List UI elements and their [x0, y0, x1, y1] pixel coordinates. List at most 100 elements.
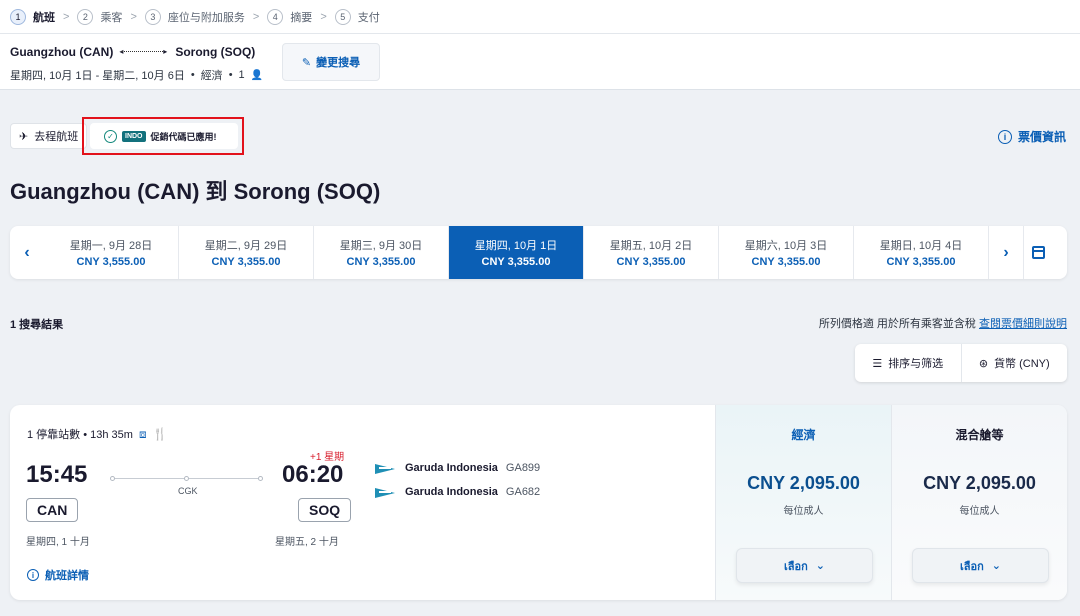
date-label: 星期三, 9月 30日 [339, 240, 423, 252]
step-label: 航班 [33, 11, 55, 24]
departure-date: 星期四, 1 十月 [26, 537, 90, 548]
chevron-right-icon: > [63, 10, 70, 23]
flight-segment: Garuda Indonesia GA899 [375, 462, 540, 474]
price-note-text: 所列價格適 用於所有乘客並含稅 [818, 318, 976, 330]
step-number: 4 [267, 8, 284, 25]
step-number: 3 [144, 8, 161, 25]
fare-economy: 經濟 CNY 2,095.00 每位成人 เลือก ⌄ [715, 405, 891, 600]
stops-text: 1 停靠站數 • 13h 35m [27, 429, 133, 441]
filter-controls: ☰ 排序与筛选 ⊛ 貨幣 (CNY) [855, 344, 1067, 382]
calendar-icon [1032, 246, 1045, 259]
date-label: 星期五, 10月 2日 [609, 240, 693, 252]
date-option[interactable]: 星期二, 9月 29日 CNY 3,355.00 [179, 226, 314, 279]
meal-icon: 🍴 [152, 427, 168, 441]
trip-summary-header: Guangzhou (CAN) ◂ ▸ Sorong (SOQ) 星期四, 10月… [0, 34, 1080, 90]
info-icon: i [27, 569, 39, 581]
destination-label: Sorong (SOQ) [175, 45, 256, 59]
step-flights[interactable]: 1 航班 > [10, 8, 70, 25]
bullet: • [228, 69, 233, 81]
outbound-flight-tab[interactable]: ✈ 去程航班 [10, 123, 88, 149]
date-option[interactable]: 星期六, 10月 3日 CNY 3,355.00 [719, 226, 854, 279]
trip-cabin: 經濟 [200, 70, 223, 82]
garuda-logo-icon [375, 486, 397, 498]
step-passengers[interactable]: 2 乘客 > [77, 8, 137, 25]
date-price: CNY 3,355.00 [346, 256, 416, 268]
next-dates-button[interactable]: › [989, 226, 1023, 279]
flight-details-link[interactable]: i 航班詳情 [27, 567, 89, 583]
highlight-box [82, 117, 244, 155]
bullet: • [190, 69, 195, 81]
select-mixed-button[interactable]: เลือก ⌄ [912, 548, 1049, 583]
fare-price: CNY 2,095.00 [923, 473, 1036, 493]
flight-result-card: 1 停靠站數 • 13h 35m ⧈ 🍴 +1 星期 15:45 CGK 06:… [10, 405, 1067, 600]
prev-dates-button[interactable]: ‹ [10, 226, 44, 279]
step-label: 摘要 [290, 11, 313, 24]
fare-price: CNY 2,095.00 [747, 473, 860, 493]
origin-label: Guangzhou (CAN) [10, 45, 114, 59]
fare-per-adult: 每位成人 [959, 506, 1000, 517]
step-summary[interactable]: 4 摘要 > [267, 8, 327, 25]
fare-rules-link[interactable]: 查閱票價細則說明 [979, 318, 1067, 330]
flight-number: GA899 [505, 462, 541, 474]
chevron-left-icon: ‹ [24, 243, 30, 261]
trip-meta: 星期四, 10月 1日 - 星期二, 10月 6日 • 經濟 • 1 👤 [10, 67, 263, 83]
step-payment[interactable]: 5 支付 [334, 8, 380, 25]
arrival-time: 06:20 [282, 461, 344, 488]
currency-label: 貨幣 (CNY) [994, 358, 1050, 370]
info-icon: i [997, 129, 1012, 144]
select-economy-button[interactable]: เลือก ⌄ [736, 548, 873, 583]
sort-filter-button[interactable]: ☰ 排序与筛选 [855, 344, 961, 382]
step-seats-extras[interactable]: 3 座位与附加服务 > [144, 8, 259, 25]
flight-segment: Garuda Indonesia GA682 [375, 486, 540, 498]
date-label: 星期六, 10月 3日 [744, 240, 828, 252]
date-option[interactable]: 星期一, 9月 28日 CNY 3,555.00 [44, 226, 179, 279]
date-option-selected[interactable]: 星期四, 10月 1日 CNY 3,355.00 [449, 226, 584, 279]
date-option[interactable]: 星期日, 10月 4日 CNY 3,355.00 [854, 226, 989, 279]
page-title: Guangzhou (CAN) 到 Sorong (SOQ) [10, 179, 381, 204]
calendar-button[interactable] [1023, 226, 1053, 279]
date-label: 星期二, 9月 29日 [204, 240, 288, 252]
flight-number: GA682 [505, 486, 541, 498]
chevron-down-icon: ⌄ [815, 560, 825, 572]
price-note: 所列價格適 用於所有乘客並含稅 查閱票價細則說明 [819, 315, 1067, 331]
flight-details-label: 航班詳情 [45, 570, 89, 582]
currency-button[interactable]: ⊛ 貨幣 (CNY) [960, 344, 1068, 382]
fare-title: 經濟 [791, 428, 816, 442]
step-label: 乘客 [100, 11, 123, 24]
flight-stops-duration: 1 停靠站數 • 13h 35m ⧈ 🍴 [27, 426, 168, 442]
departure-time: 15:45 [26, 461, 88, 488]
date-carousel: ‹ 星期一, 9月 28日 CNY 3,555.00 星期二, 9月 29日 C… [10, 226, 1067, 279]
person-icon: 👤 [250, 69, 264, 81]
chevron-right-icon: › [1003, 243, 1009, 261]
round-trip-arrow-icon: ◂ ▸ [119, 47, 168, 56]
date-price: CNY 3,555.00 [76, 256, 146, 268]
arrival-airport-badge: SOQ [298, 498, 352, 522]
currency-icon: ⊛ [978, 357, 989, 370]
passenger-count: 1 [238, 69, 245, 81]
airline-name: Garuda Indonesia [405, 462, 498, 474]
date-option[interactable]: 星期五, 10月 2日 CNY 3,355.00 [584, 226, 719, 279]
date-label: 星期一, 9月 28日 [69, 240, 153, 252]
fare-info-label: 票價資訊 [1017, 130, 1066, 144]
trip-dates: 星期四, 10月 1日 - 星期二, 10月 6日 [10, 70, 185, 82]
chevron-down-icon: ⌄ [991, 560, 1001, 572]
plane-depart-icon: ✈ [19, 130, 29, 143]
results-count: 1 搜尋結果 [10, 319, 64, 331]
fare-info-link[interactable]: i 票價資訊 [997, 128, 1066, 145]
date-price: CNY 3,355.00 [751, 256, 821, 268]
departure-airport-badge: CAN [26, 498, 79, 522]
fare-mixed-cabin: 混合艙等 CNY 2,095.00 每位成人 เลือก ⌄ [891, 405, 1067, 600]
step-number: 2 [77, 8, 94, 25]
modify-search-button[interactable]: ✎ 變更搜尋 [282, 43, 380, 81]
flight-timeline [110, 475, 263, 483]
step-number: 5 [334, 8, 351, 25]
modify-search-label: 變更搜尋 [316, 57, 361, 69]
date-label: 星期日, 10月 4日 [879, 240, 963, 252]
arrival-date: 星期五, 2 十月 [275, 537, 339, 548]
date-option[interactable]: 星期三, 9月 30日 CNY 3,355.00 [314, 226, 449, 279]
baggage-icon: ⧈ [138, 426, 147, 441]
fare-per-adult: 每位成人 [783, 506, 824, 517]
garuda-logo-icon [375, 462, 397, 474]
select-label: เลือก [960, 560, 984, 573]
stopover-airport: CGK [178, 486, 198, 496]
